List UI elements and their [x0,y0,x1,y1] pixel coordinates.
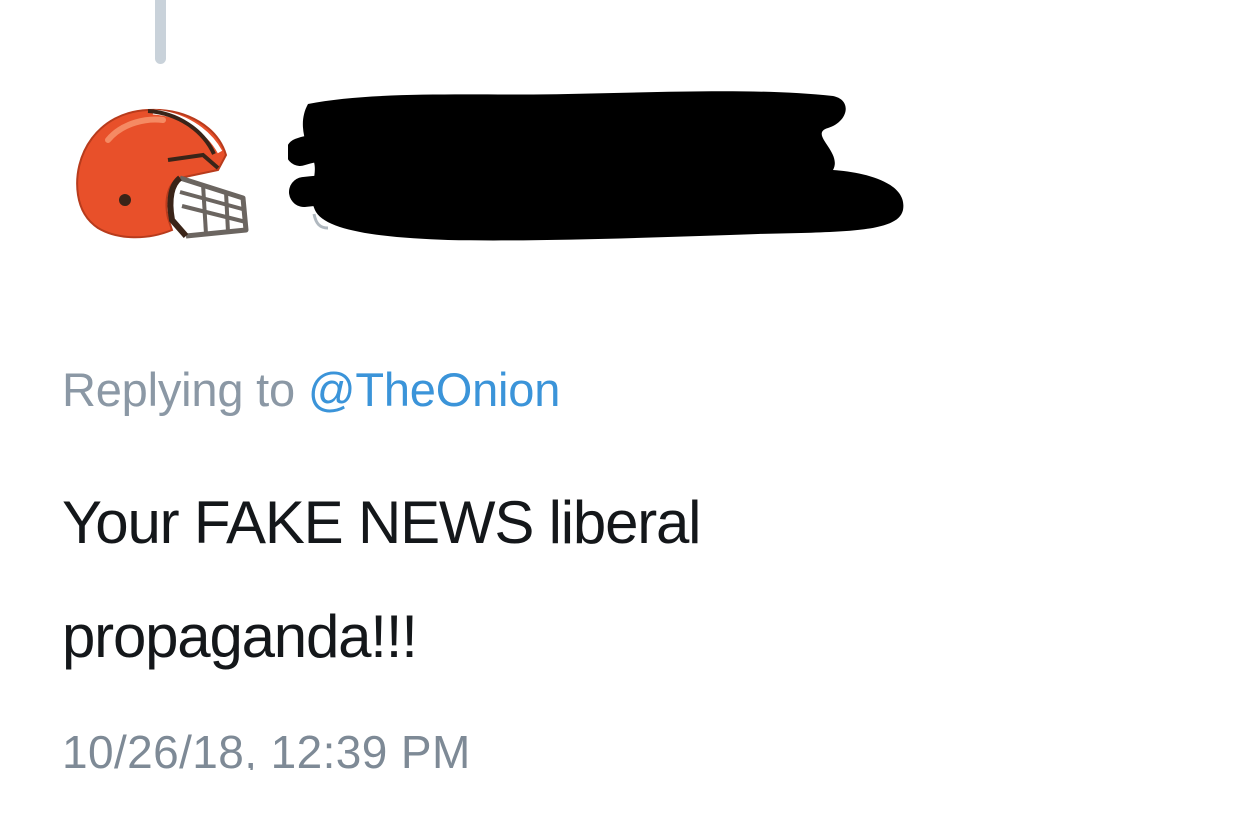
avatar[interactable] [68,100,258,250]
tweet-timestamp[interactable]: 10/26/18, 12:39 PM [62,722,471,770]
redacted-author-name [286,82,918,252]
tweet-text-line-2: propaganda!!! [62,603,418,670]
reply-handle-link[interactable]: @TheOnion [308,363,561,416]
football-helmet-icon [76,108,249,239]
tweet-text-line-1: Your FAKE NEWS liberal [62,489,702,556]
replying-to-line: Replying to @TheOnion [62,360,560,420]
replying-to-label: Replying to [62,363,295,416]
thread-connector-line [155,0,166,64]
tweet-text: Your FAKE NEWS liberal propaganda!!! [62,466,1162,694]
